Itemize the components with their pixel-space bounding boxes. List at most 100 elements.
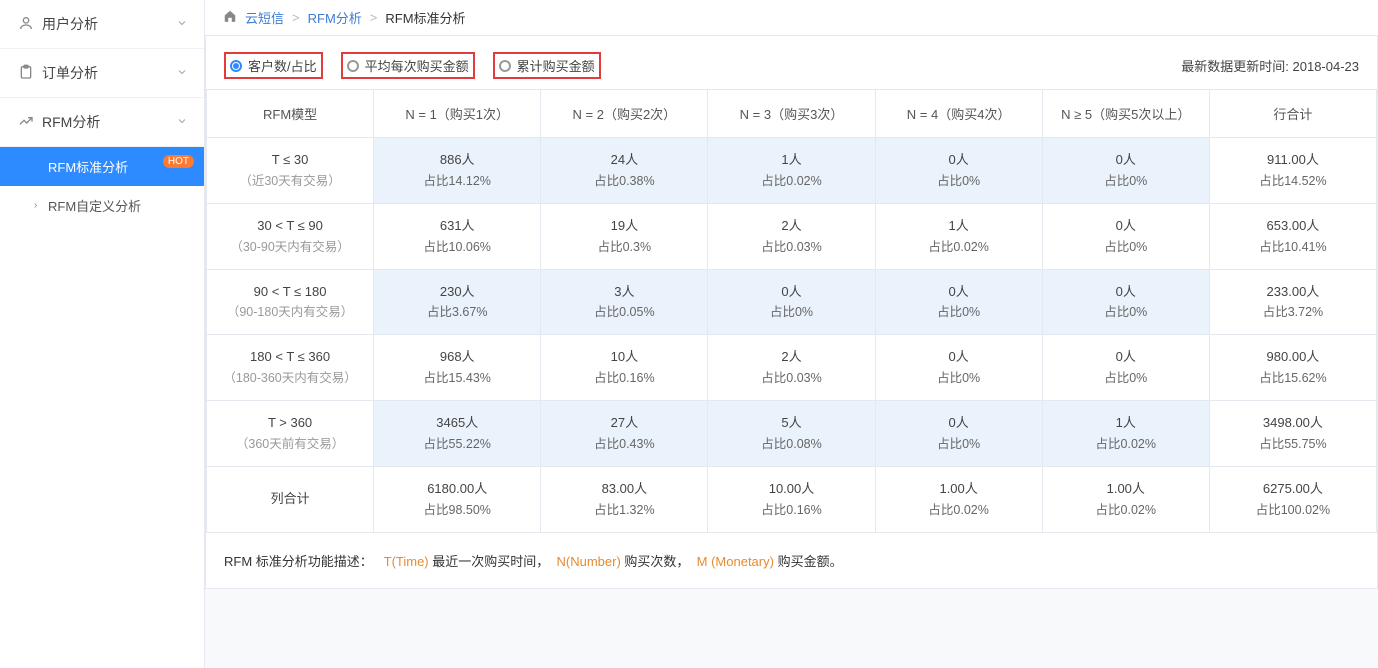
table-cell: 1人占比0.02% — [708, 138, 875, 204]
table-cell: 83.00人占比1.32% — [541, 466, 708, 532]
table-cell: 1.00人占比0.02% — [875, 466, 1042, 532]
radio-customers[interactable]: 客户数/占比 — [224, 52, 323, 79]
table-cell: 233.00人占比3.72% — [1209, 269, 1376, 335]
sidebar-item-rfm-analysis[interactable]: RFM分析 — [0, 98, 204, 147]
chevron-down-icon — [176, 66, 188, 81]
legend-t-desc: 最近一次购买时间 — [432, 554, 536, 569]
update-date: 2018-04-23 — [1293, 59, 1360, 74]
table-cell: 886人占比14.12% — [374, 138, 541, 204]
chevron-down-icon — [176, 115, 188, 130]
table-cell: 5人占比0.08% — [708, 401, 875, 467]
sidebar-group-user: 用户分析 — [0, 0, 204, 49]
sidebar-subitem-label: RFM标准分析 — [48, 157, 128, 176]
home-icon[interactable] — [223, 9, 237, 26]
row-header: 180 < T ≤ 360（180-360天内有交易） — [207, 335, 374, 401]
sidebar-item-order-analysis[interactable]: 订单分析 — [0, 49, 204, 98]
last-update: 最新数据更新时间: 2018-04-23 — [1181, 56, 1359, 75]
table-cell: 6180.00人占比98.50% — [374, 466, 541, 532]
submenu-caret-icon: › — [34, 200, 37, 211]
table-row: 列合计6180.00人占比98.50%83.00人占比1.32%10.00人占比… — [207, 466, 1377, 532]
row-header: 90 < T ≤ 180（90-180天内有交易） — [207, 269, 374, 335]
table-cell: 19人占比0.3% — [541, 203, 708, 269]
sidebar: 用户分析 订单分析 — [0, 0, 205, 668]
table-cell: 1人占比0.02% — [1042, 401, 1209, 467]
legend-n-desc: 购买次数 — [624, 554, 676, 569]
row-header: T ≤ 30（近30天有交易） — [207, 138, 374, 204]
sidebar-label: 用户分析 — [42, 14, 98, 34]
breadcrumb-sep: > — [370, 10, 378, 25]
stats-icon — [18, 113, 34, 132]
radio-avg-amount[interactable]: 平均每次购买金额 — [341, 52, 475, 79]
table-row: T ≤ 30（近30天有交易）886人占比14.12%24人占比0.38%1人占… — [207, 138, 1377, 204]
table-cell: 3465人占比55.22% — [374, 401, 541, 467]
col-header: N ≥ 5（购买5次以上） — [1042, 90, 1209, 138]
table-row: 90 < T ≤ 180（90-180天内有交易）230人占比3.67%3人占比… — [207, 269, 1377, 335]
table-row: 180 < T ≤ 360（180-360天内有交易）968人占比15.43%1… — [207, 335, 1377, 401]
sidebar-subitem-label: RFM自定义分析 — [48, 196, 141, 215]
hot-badge: HOT — [163, 155, 194, 168]
radio-label: 客户数/占比 — [248, 56, 317, 75]
main: 云短信 > RFM分析 > RFM标准分析 客户数/占比 平均每次购买金额 — [205, 0, 1378, 668]
user-icon — [18, 15, 34, 34]
sidebar-item-user-analysis[interactable]: 用户分析 — [0, 0, 204, 49]
table-cell: 10.00人占比0.16% — [708, 466, 875, 532]
col-header: N = 2（购买2次） — [541, 90, 708, 138]
legend: RFM 标准分析功能描述： T(Time) 最近一次购买时间， N(Number… — [206, 533, 1377, 588]
metric-radio-group: 客户数/占比 平均每次购买金额 累计购买金额 — [224, 52, 601, 79]
table-cell: 0人占比0% — [875, 138, 1042, 204]
sidebar-group-order: 订单分析 — [0, 49, 204, 98]
sidebar-label: RFM分析 — [42, 112, 100, 132]
radio-total-amount[interactable]: 累计购买金额 — [493, 52, 601, 79]
table-cell: 1人占比0.02% — [875, 203, 1042, 269]
col-header: 行合计 — [1209, 90, 1376, 138]
radio-label: 平均每次购买金额 — [365, 56, 469, 75]
panel: 客户数/占比 平均每次购买金额 累计购买金额 最新数据更新时间: — [205, 36, 1378, 589]
table-cell: 1.00人占比0.02% — [1042, 466, 1209, 532]
row-header: 30 < T ≤ 90（30-90天内有交易） — [207, 203, 374, 269]
sidebar-subitem-rfm-standard[interactable]: RFM标准分析 HOT — [0, 147, 204, 186]
table-cell: 0人占比0% — [1042, 203, 1209, 269]
table-cell: 631人占比10.06% — [374, 203, 541, 269]
table-cell: 2人占比0.03% — [708, 203, 875, 269]
rfm-table: RFM模型N = 1（购买1次）N = 2（购买2次）N = 3（购买3次）N … — [206, 89, 1377, 533]
table-cell: 0人占比0% — [875, 335, 1042, 401]
clipboard-icon — [18, 64, 34, 83]
table-cell: 0人占比0% — [1042, 335, 1209, 401]
legend-m-key: M (Monetary) — [697, 554, 778, 569]
row-header: T > 360（360天前有交易） — [207, 401, 374, 467]
radio-label: 累计购买金额 — [517, 56, 595, 75]
table-cell: 24人占比0.38% — [541, 138, 708, 204]
sidebar-subitem-rfm-custom[interactable]: › RFM自定义分析 — [0, 186, 204, 225]
table-cell: 0人占比0% — [1042, 269, 1209, 335]
table-cell: 3人占比0.05% — [541, 269, 708, 335]
radio-dot-icon — [347, 60, 359, 72]
breadcrumb-sep: > — [292, 10, 300, 25]
col-header: N = 1（购买1次） — [374, 90, 541, 138]
legend-n-key: N(Number) — [557, 554, 625, 569]
row-header: 列合计 — [207, 466, 374, 532]
table-row: T > 360（360天前有交易）3465人占比55.22%27人占比0.43%… — [207, 401, 1377, 467]
table-cell: 2人占比0.03% — [708, 335, 875, 401]
table-cell: 0人占比0% — [1042, 138, 1209, 204]
legend-m-desc: 购买金额 — [778, 554, 830, 569]
sidebar-label: 订单分析 — [42, 63, 98, 83]
update-label: 最新数据更新时间: — [1181, 59, 1292, 74]
table-cell: 27人占比0.43% — [541, 401, 708, 467]
table-cell: 230人占比3.67% — [374, 269, 541, 335]
sidebar-group-rfm: RFM分析 RFM标准分析 HOT › RFM自定义分析 — [0, 98, 204, 225]
breadcrumb-link[interactable]: RFM分析 — [308, 8, 362, 27]
table-cell: 968人占比15.43% — [374, 335, 541, 401]
breadcrumb-link[interactable]: 云短信 — [245, 8, 284, 27]
table-cell: 10人占比0.16% — [541, 335, 708, 401]
table-cell: 0人占比0% — [708, 269, 875, 335]
col-header: RFM模型 — [207, 90, 374, 138]
legend-prefix: RFM 标准分析功能描述： — [224, 554, 373, 569]
breadcrumb: 云短信 > RFM分析 > RFM标准分析 — [205, 0, 1378, 36]
table-cell: 911.00人占比14.52% — [1209, 138, 1376, 204]
table-cell: 0人占比0% — [875, 269, 1042, 335]
table-cell: 0人占比0% — [875, 401, 1042, 467]
table-cell: 6275.00人占比100.02% — [1209, 466, 1376, 532]
table-cell: 3498.00人占比55.75% — [1209, 401, 1376, 467]
table-cell: 653.00人占比10.41% — [1209, 203, 1376, 269]
radio-dot-icon — [230, 60, 242, 72]
